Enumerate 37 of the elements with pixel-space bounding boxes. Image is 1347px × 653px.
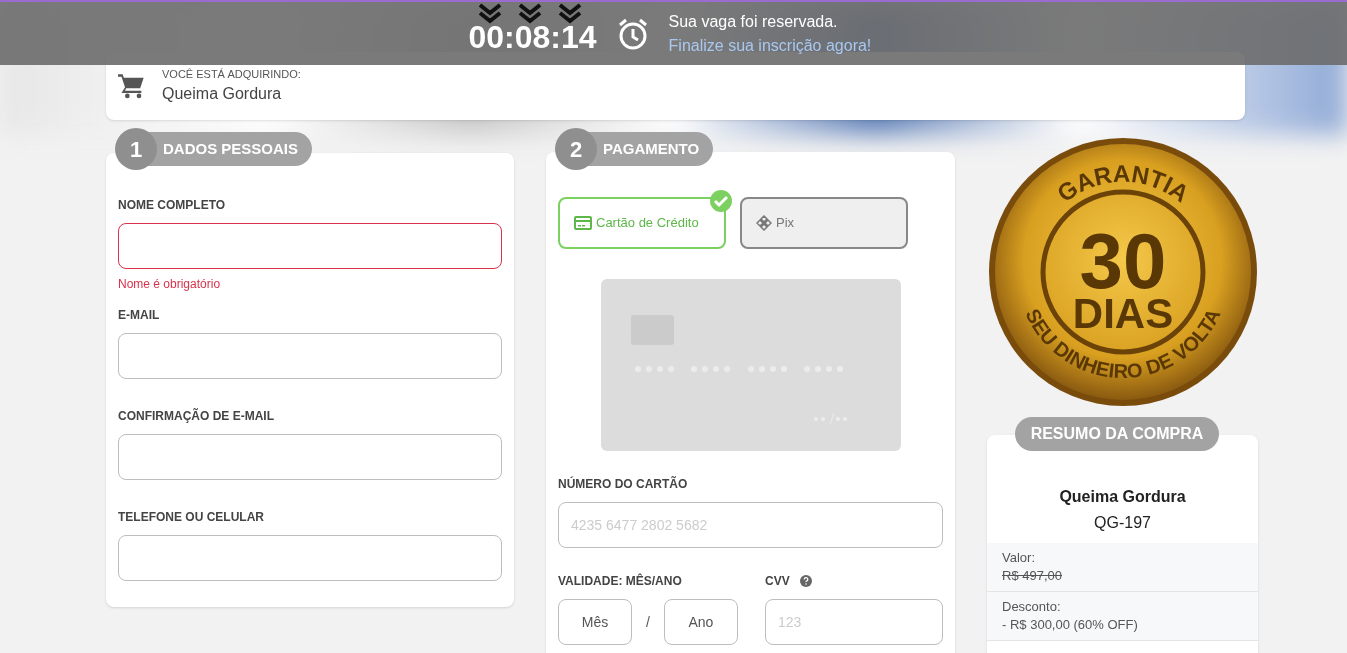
year-field[interactable]: Ano xyxy=(663,599,738,645)
product-code: QG-197 xyxy=(1093,513,1152,533)
diamond-icon xyxy=(756,215,772,231)
help-icon[interactable] xyxy=(799,575,812,587)
finalize-link[interactable]: Finalize sua inscrição agora! xyxy=(668,33,939,58)
step-title: PAGAMENTO xyxy=(603,138,700,159)
countdown-timer: 00:08:14 xyxy=(468,20,597,53)
step-title: DADOS PESSOAIS xyxy=(163,138,299,159)
field-label: CVV xyxy=(765,573,790,590)
input-field[interactable] xyxy=(118,535,502,581)
price-label: Valor: xyxy=(1002,549,1036,567)
field-label: NÚMERO DO CARTÃO xyxy=(558,475,689,493)
caption: VOCÊ ESTÁ ADQUIRINDO: xyxy=(162,66,301,82)
field-label: CONFIRMAÇÃO DE E-MAIL xyxy=(118,407,275,425)
payment-method-tab[interactable]: Cartão de Crédito xyxy=(558,197,726,249)
field-label: NOME COMPLETO xyxy=(118,197,227,214)
alarm-clock-icon xyxy=(616,16,649,51)
section-title: RESUMO DA COMPRA xyxy=(1015,417,1219,451)
input-field[interactable] xyxy=(118,434,502,480)
input-field[interactable] xyxy=(118,223,502,269)
cart-icon xyxy=(118,73,146,99)
payment-method-tab[interactable]: Pix xyxy=(740,197,908,249)
price-value: - R$ 300,00 (60% OFF) xyxy=(1002,616,1139,634)
error-message: Nome é obrigatório xyxy=(118,276,222,293)
month-field[interactable]: Mês xyxy=(558,599,632,645)
credit-card-icon xyxy=(574,216,592,230)
input-field[interactable] xyxy=(118,333,502,379)
price-label: Desconto: xyxy=(1002,598,1062,616)
separator: / xyxy=(645,612,651,632)
field-label: TELEFONE OU CELULAR xyxy=(118,509,265,526)
reservation-message: Sua vaga foi reservada. Finalize sua inscrição agora! xyxy=(668,9,939,58)
field-label: E-MAIL xyxy=(118,307,161,324)
product-name: Queima Gordura xyxy=(162,84,283,105)
check-icon xyxy=(709,189,733,213)
product-name: Queima Gordura xyxy=(1058,487,1187,507)
field-label: VALIDADE: MÊS/ANO xyxy=(558,572,683,590)
price-value: R$ 497,00 xyxy=(1002,567,1063,585)
